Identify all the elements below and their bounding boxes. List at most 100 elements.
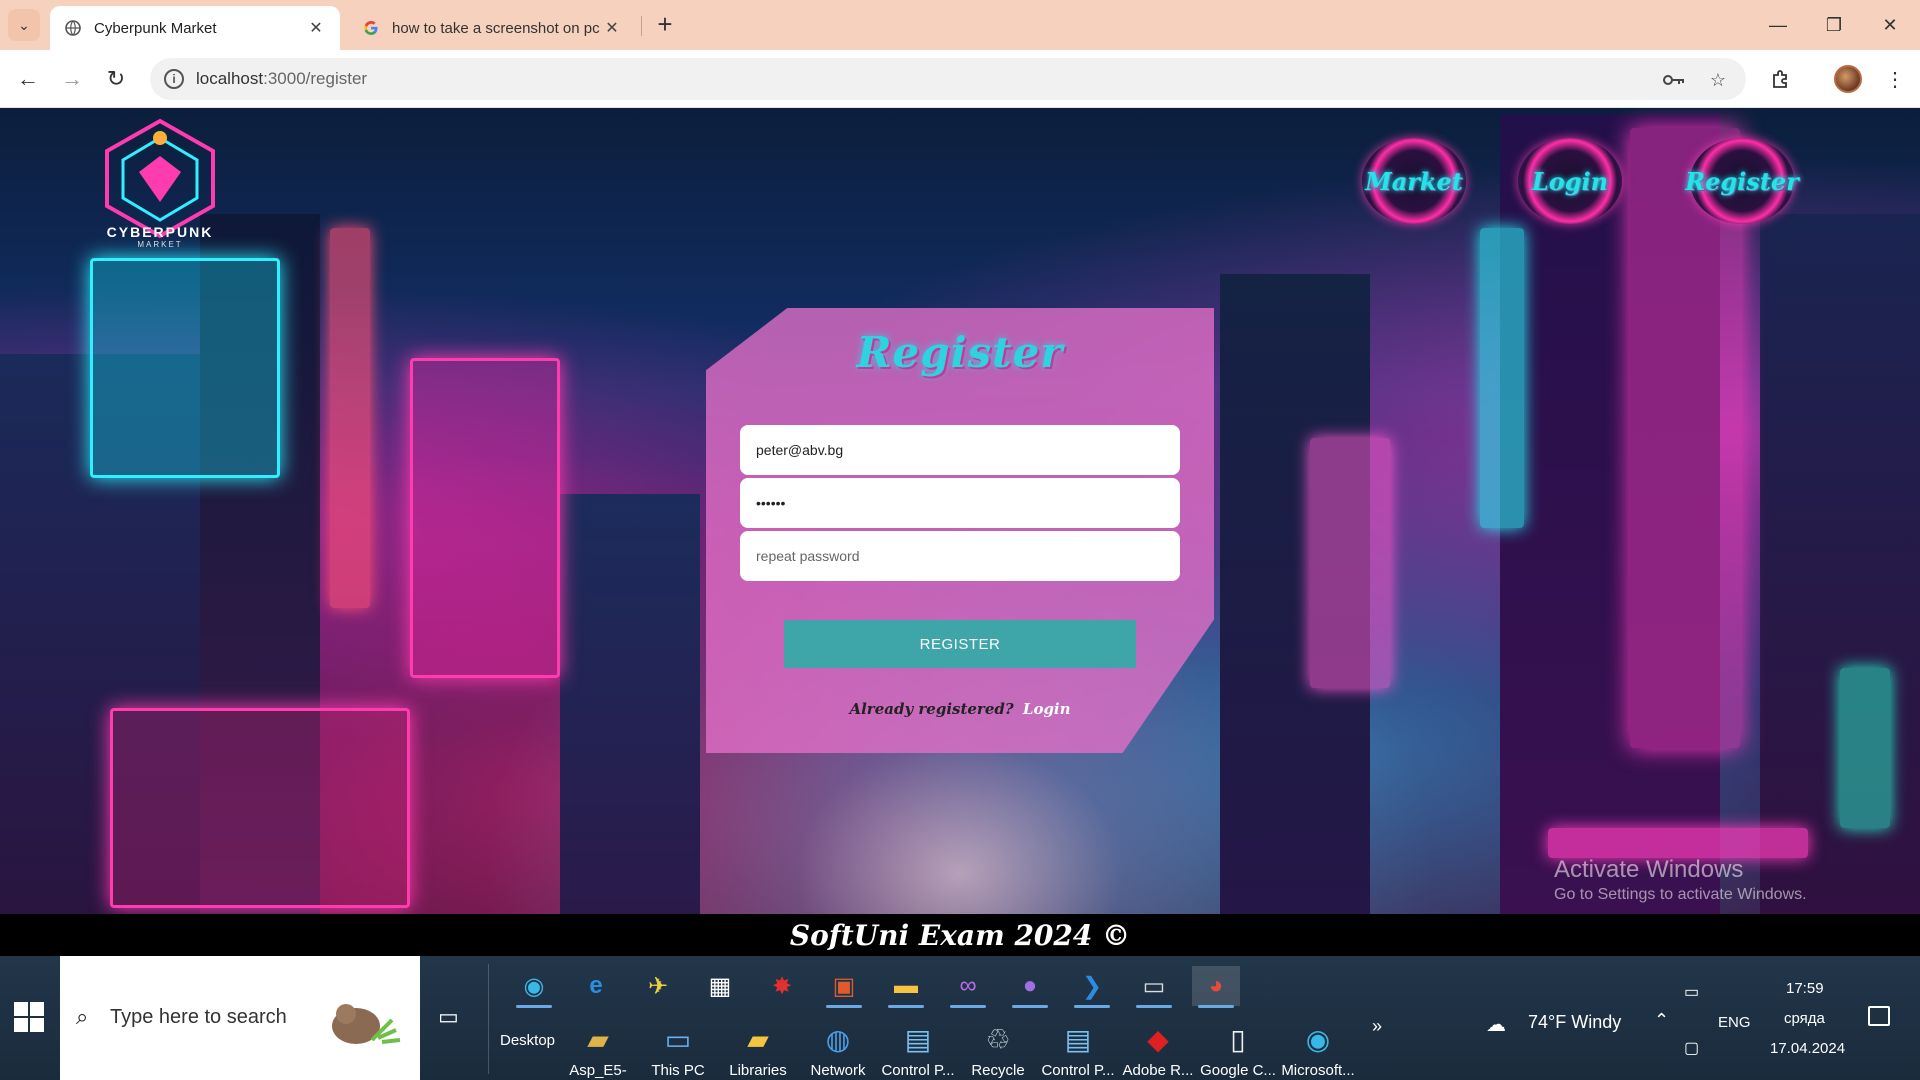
search-highlight-illustration — [332, 1004, 401, 1044]
app-pinned-icon[interactable]: ✸ — [758, 966, 806, 1006]
desktop-shortcut-label: This PC — [651, 1062, 705, 1079]
activate-windows-watermark: Activate Windows Go to Settings to activ… — [1554, 856, 1807, 904]
already-registered-label: Already registered? — [849, 700, 1014, 718]
terminal-icon[interactable]: ▭ — [1130, 966, 1178, 1008]
app-pinned-icon[interactable]: ✈ — [634, 966, 682, 1006]
nav-register-link[interactable]: Register — [1685, 138, 1799, 224]
desktop-shortcut[interactable]: ▤ Control P... — [1040, 1020, 1116, 1080]
desktop-shortcut-label: Network — [810, 1062, 866, 1079]
search-placeholder: Type here to search — [110, 1006, 287, 1028]
device-icon[interactable]: ▢ — [1684, 1038, 1699, 1058]
new-tab-button[interactable]: + — [650, 10, 680, 40]
clock-time[interactable]: 17:59 — [1786, 980, 1824, 997]
address-bar[interactable]: i localhost:3000/register ☆ — [150, 58, 1746, 100]
battery-icon[interactable]: ▭ — [1684, 982, 1699, 1002]
desktop-shortcut-label: Libraries — [729, 1062, 787, 1079]
nav-login-link[interactable]: Login — [1518, 138, 1622, 224]
vscode-icon[interactable]: ❯ — [1068, 966, 1116, 1008]
file-explorer-icon[interactable]: ▬ — [882, 966, 930, 1008]
desktop-shortcut[interactable]: ♲ Recycle B... — [960, 1020, 1036, 1080]
site-info-icon[interactable]: i — [164, 69, 184, 89]
tab-screenshot-search[interactable]: how to take a screenshot on pc ✕ — [348, 6, 636, 50]
more-menu-icon[interactable]: ⋮ — [1880, 64, 1910, 94]
logo-name: CYBERPUNK — [106, 224, 214, 240]
repeat-password-field[interactable] — [740, 531, 1180, 581]
control-panel-icon: ▤ — [904, 1023, 932, 1055]
edge-app-icon[interactable]: ◉ — [510, 966, 558, 1008]
search-icon: ⌕ — [76, 1004, 89, 1029]
reload-icon[interactable]: ↻ — [100, 63, 132, 95]
desktop-shortcut-label: Adobe R... — [1122, 1062, 1194, 1079]
clock-day[interactable]: сряда — [1784, 1010, 1825, 1027]
desktop-shortcut[interactable]: ◍ Network — [800, 1020, 876, 1080]
desktop-shortcut-label: Asp_E5-5... — [569, 1062, 627, 1080]
control-panel-icon: ▤ — [1064, 1023, 1092, 1055]
password-key-icon[interactable] — [1662, 68, 1686, 92]
desktop-shortcut-label: Recycle B... — [971, 1062, 1025, 1080]
tab-cyberpunk-market[interactable]: Cyberpunk Market ✕ — [50, 6, 340, 50]
minimize-icon[interactable]: — — [1750, 8, 1806, 42]
watermark-title: Activate Windows — [1554, 856, 1744, 883]
folder-person-icon: ▰ — [587, 1023, 609, 1055]
globe-icon — [64, 19, 82, 37]
desktop-toolbar-label: Desktop — [500, 1032, 556, 1049]
taskbar-search[interactable]: ⌕ Type here to search — [60, 956, 420, 1080]
desktop-shortcut-label: Microsoft... — [1281, 1062, 1355, 1079]
register-card: Register REGISTER Already registered? Lo… — [706, 308, 1214, 753]
desktop-shortcut[interactable]: ▯ Google C... — [1200, 1020, 1276, 1080]
register-title: Register — [856, 328, 1064, 377]
restore-icon[interactable]: ❐ — [1806, 8, 1862, 42]
internet-explorer-icon[interactable]: e — [572, 966, 620, 1006]
desktop-shortcut[interactable]: ▰ Libraries — [720, 1020, 796, 1080]
powerpoint-icon[interactable]: ▣ — [820, 966, 868, 1008]
register-button[interactable]: REGISTER — [784, 620, 1136, 668]
language-indicator[interactable]: ENG — [1718, 1014, 1751, 1031]
show-hidden-icons-icon[interactable]: ⌃ — [1654, 1010, 1669, 1031]
neon-sign — [1548, 828, 1808, 858]
email-field[interactable] — [740, 425, 1180, 475]
folder-icon: ▰ — [747, 1023, 769, 1055]
notifications-icon[interactable] — [1868, 1006, 1890, 1026]
tab-title: Cyberpunk Market — [94, 19, 217, 37]
toolbar-overflow-icon[interactable]: » — [1372, 1016, 1382, 1037]
close-tab-icon[interactable]: ✕ — [602, 18, 622, 38]
page-footer: SoftUni Exam 2024 © — [0, 914, 1920, 956]
weather-text[interactable]: 74°F Windy — [1528, 1012, 1621, 1033]
chrome-icon[interactable]: ◕ — [1192, 966, 1240, 1008]
weather-icon: ☁ — [1486, 1014, 1506, 1036]
browser-toolbar: ← → ↻ i localhost:3000/register ☆ ⋮ — [0, 50, 1920, 108]
desktop-shortcut[interactable]: ▭ This PC — [640, 1020, 716, 1080]
already-registered-text: Already registered? Login — [706, 700, 1214, 718]
watermark-subtitle: Go to Settings to activate Windows. — [1554, 886, 1807, 903]
desktop-shortcut[interactable]: ▰ Asp_E5-5... — [560, 1020, 636, 1080]
close-window-icon[interactable]: ✕ — [1862, 8, 1918, 42]
adobe-reader-icon: ◆ — [1147, 1023, 1169, 1055]
bookmark-star-icon[interactable]: ☆ — [1706, 68, 1730, 92]
network-icon: ◍ — [825, 1023, 851, 1055]
neon-sign — [90, 258, 280, 478]
extensions-puzzle-icon[interactable] — [1766, 64, 1796, 94]
desktop-shortcut[interactable]: ▤ Control P... — [880, 1020, 956, 1080]
forward-icon[interactable]: → — [56, 63, 88, 95]
address-url[interactable]: localhost:3000/register — [196, 69, 367, 89]
nav-market-link[interactable]: Market — [1362, 138, 1466, 224]
password-field[interactable] — [740, 478, 1180, 528]
desktop-shortcut[interactable]: ◉ Microsoft... — [1280, 1020, 1356, 1080]
login-link[interactable]: Login — [1023, 700, 1071, 718]
browser-tab-bar: ⌄ Cyberpunk Market ✕ how to take a scree… — [0, 0, 1920, 50]
task-view-icon[interactable]: ▭ — [438, 1004, 462, 1029]
tab-title: how to take a screenshot on pc — [392, 19, 600, 37]
desktop-shortcut-label: Control P... — [1041, 1062, 1115, 1079]
windows-start-icon[interactable] — [14, 1002, 46, 1034]
visual-studio-icon[interactable]: ∞ — [944, 966, 992, 1008]
github-desktop-icon[interactable]: ● — [1006, 966, 1054, 1008]
microsoft-store-icon[interactable]: ▦ — [696, 966, 744, 1006]
footer-text: SoftUni Exam 2024 © — [789, 918, 1131, 952]
clock-date[interactable]: 17.04.2024 — [1770, 1040, 1845, 1057]
tab-search-dropdown[interactable]: ⌄ — [8, 9, 40, 41]
desktop-shortcut[interactable]: ◆ Adobe R... — [1120, 1020, 1196, 1080]
desktop-shortcut-label: Google C... — [1200, 1062, 1276, 1079]
back-icon[interactable]: ← — [12, 63, 44, 95]
close-tab-icon[interactable]: ✕ — [306, 18, 326, 38]
profile-avatar[interactable] — [1834, 65, 1862, 93]
